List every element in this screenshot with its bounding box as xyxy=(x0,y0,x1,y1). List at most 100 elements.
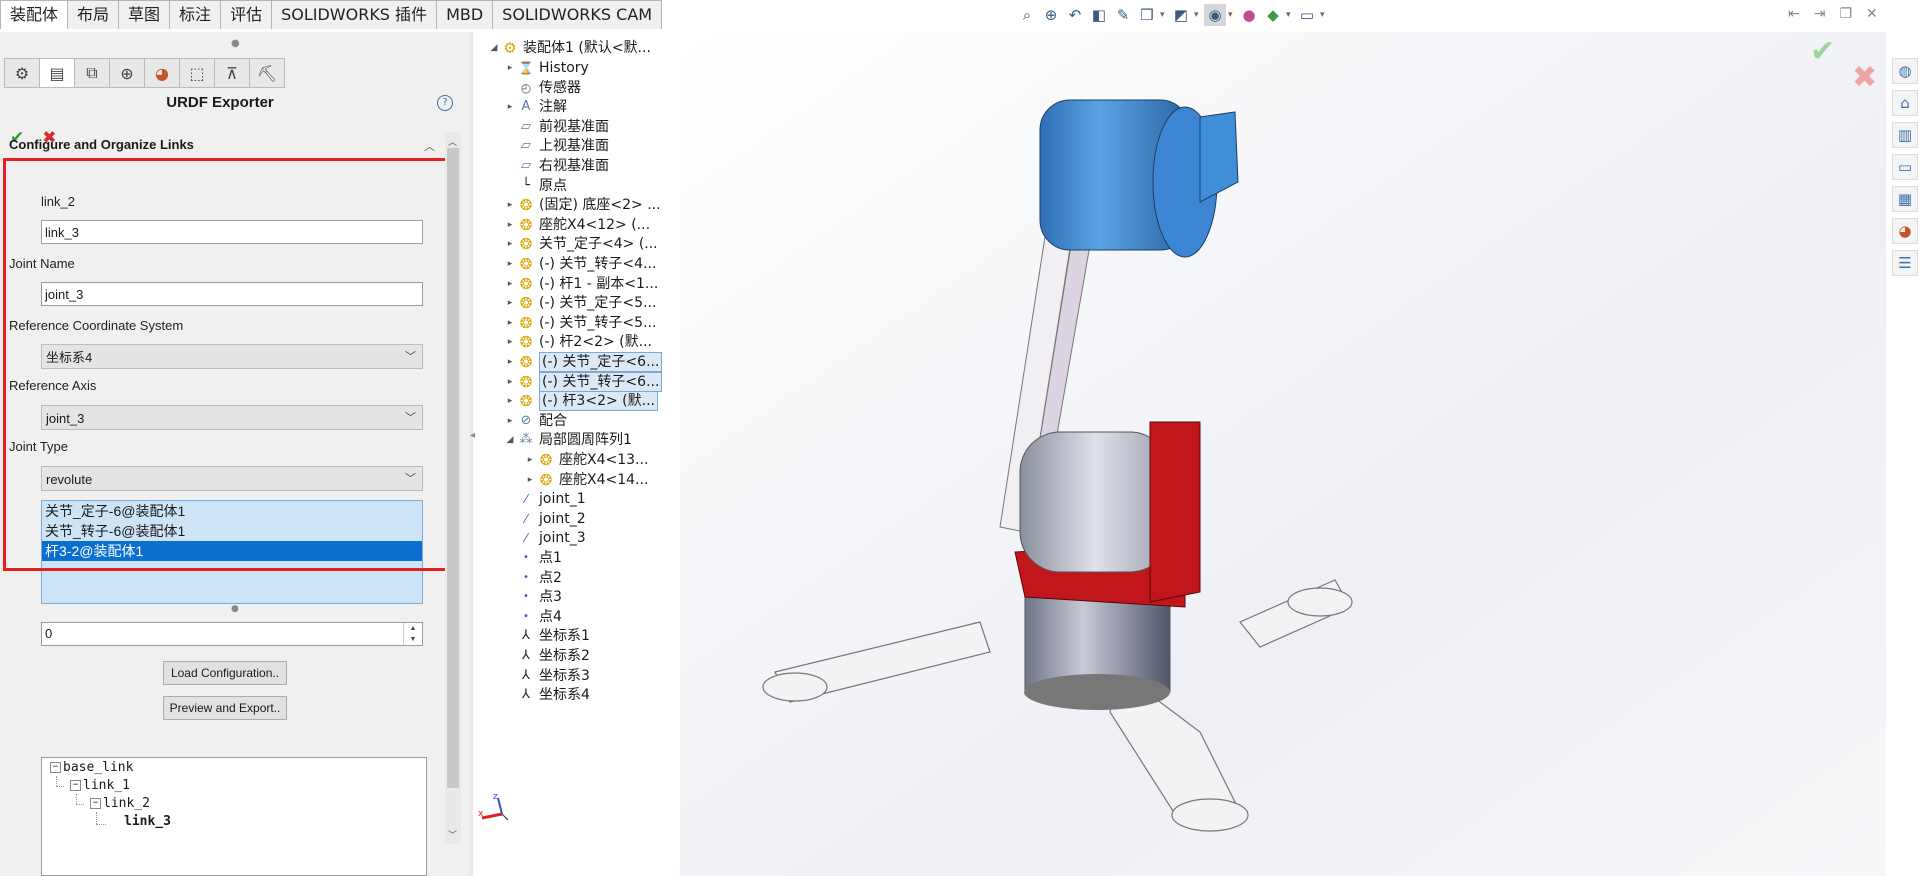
solidworks-resources-icon[interactable]: ◍ xyxy=(1892,58,1918,84)
collapse-icon[interactable]: − xyxy=(90,798,101,809)
list-resize-grip[interactable]: ● xyxy=(231,604,239,614)
panel-scrollbar[interactable]: ︿ ﹀ xyxy=(445,132,461,844)
tab-solidworks-cam[interactable]: SOLIDWORKS CAM xyxy=(492,0,663,29)
tree-node-label: base_link xyxy=(63,760,134,775)
number-stepper[interactable]: 0 ▲ ▼ xyxy=(41,622,423,646)
view-palette-icon[interactable]: ▦ xyxy=(1892,186,1918,212)
annotation-icon: A xyxy=(521,99,531,115)
component-icon: ❂ xyxy=(519,196,533,215)
joint-type-select[interactable]: revolute ﹀ xyxy=(41,466,423,491)
tree-line xyxy=(56,786,64,787)
view-settings-icon[interactable]: ▭ xyxy=(1296,4,1318,26)
tab-layout[interactable]: 布局 xyxy=(67,0,120,29)
help-icon[interactable]: ? xyxy=(437,95,453,111)
configurationmanager-tab-icon[interactable]: ⧉ xyxy=(74,58,109,88)
collapse-right-icon[interactable]: ⇥ xyxy=(1814,6,1826,22)
component-list[interactable]: 关节_定子-6@装配体1 关节_转子-6@装配体1 杆3-2@装配体1 xyxy=(41,500,423,604)
tree-item-label: (-) 杆3<2> (默... xyxy=(539,391,658,412)
view-orientation-icon[interactable]: ❒ xyxy=(1136,4,1158,26)
expand-icon[interactable]: ◢ xyxy=(504,429,516,451)
load-configuration-button[interactable]: Load Configuration.. xyxy=(163,661,287,685)
section-view-icon[interactable]: ◧ xyxy=(1088,4,1110,26)
confirm-corner-icon[interactable]: ✔ xyxy=(1810,34,1835,69)
link-name-input[interactable]: link_3 xyxy=(41,220,423,244)
origin-icon: └ xyxy=(522,177,530,193)
cam-tool-tree-tab-icon[interactable]: ⛏ xyxy=(249,58,285,88)
list-item-selected[interactable]: 杆3-2@装配体1 xyxy=(42,541,422,561)
collapse-icon[interactable]: − xyxy=(70,780,81,791)
spin-up-icon[interactable]: ▲ xyxy=(404,623,422,634)
appearances-icon[interactable]: ◕ xyxy=(1892,218,1918,244)
preview-export-button[interactable]: Preview and Export.. xyxy=(163,696,287,720)
tree-root-assembly[interactable]: ◢ ⚙ 装配体1 (默认<默... xyxy=(488,37,651,59)
ref-coord-select[interactable]: 坐标系4 ﹀ xyxy=(41,344,423,369)
graphics-area[interactable] xyxy=(680,32,1886,876)
displaymanager-tab-icon[interactable]: ◕ xyxy=(144,58,179,88)
edit-appearance-icon[interactable]: ● xyxy=(1238,4,1260,26)
design-library-icon[interactable]: ▥ xyxy=(1892,122,1918,148)
close-window-icon[interactable]: ✕ xyxy=(1866,6,1878,22)
chevron-down-icon[interactable]: ▾ xyxy=(1286,10,1294,20)
file-explorer-icon[interactable]: ▭ xyxy=(1892,154,1918,180)
link-tree[interactable]: − base_link − link_1 − link_2 link_3 xyxy=(41,757,427,876)
window-controls: ⇤ ⇥ ❐ ✕ xyxy=(1788,6,1878,22)
spin-arrows[interactable]: ▲ ▼ xyxy=(403,623,422,645)
number-value: 0 xyxy=(45,626,53,641)
home-icon[interactable]: ⌂ xyxy=(1892,90,1918,116)
list-item[interactable]: 关节_转子-6@装配体1 xyxy=(42,521,422,541)
tree-item-label: (-) 关节_定子<6... xyxy=(539,352,663,372)
scrollbar-thumb[interactable] xyxy=(447,148,459,788)
custom-properties-icon[interactable]: ☰ xyxy=(1892,250,1918,276)
ref-axis-select[interactable]: joint_3 ﹀ xyxy=(41,405,423,430)
previous-view-icon[interactable]: ↶ xyxy=(1064,4,1086,26)
chevron-up-icon[interactable]: ︿ xyxy=(424,138,435,154)
tab-sketch[interactable]: 草图 xyxy=(118,0,171,29)
collapse-icon[interactable]: − xyxy=(50,762,61,773)
dimxpertmanager-tab-icon[interactable]: ⊕ xyxy=(109,58,144,88)
zoom-to-fit-icon[interactable]: ⌕ xyxy=(1016,4,1038,26)
cam-operation-tree-tab-icon[interactable]: ⊼ xyxy=(214,58,249,88)
dynamic-annotation-icon[interactable]: ✎ xyxy=(1112,4,1134,26)
mates-icon: ⊘ xyxy=(520,412,532,428)
chevron-down-icon[interactable]: ▾ xyxy=(1194,10,1202,20)
scroll-down-icon[interactable]: ﹀ xyxy=(448,828,457,841)
apply-scene-icon[interactable]: ◆ xyxy=(1262,4,1284,26)
chevron-down-icon[interactable]: ▾ xyxy=(1160,10,1168,20)
joint-name-input[interactable]: joint_3 xyxy=(41,282,423,306)
propertymanager-tab-icon[interactable]: ▤ xyxy=(39,58,74,88)
scroll-up-icon[interactable]: ︿ xyxy=(448,135,457,148)
restore-window-icon[interactable]: ❐ xyxy=(1839,6,1852,22)
component-icon: ❂ xyxy=(519,313,533,332)
component-icon: ❂ xyxy=(519,274,533,293)
z-axis-label: z xyxy=(493,792,498,802)
tab-markup[interactable]: 标注 xyxy=(169,0,222,29)
tab-assembly[interactable]: 装配体 xyxy=(0,0,69,29)
x-axis-label: x xyxy=(478,809,484,819)
cam-feature-tree-tab-icon[interactable]: ⬚ xyxy=(179,58,214,88)
tab-mbd[interactable]: MBD xyxy=(436,0,494,29)
chevron-down-icon[interactable]: ▾ xyxy=(1320,10,1328,20)
tab-solidworks-addins[interactable]: SOLIDWORKS 插件 xyxy=(271,0,438,29)
tree-node-link-3[interactable]: link_3 xyxy=(124,814,171,829)
display-style-icon[interactable]: ◩ xyxy=(1170,4,1192,26)
component-icon: ❂ xyxy=(519,294,533,313)
tree-node-base-link[interactable]: − base_link xyxy=(50,760,133,775)
tree-node-link-2[interactable]: − link_2 xyxy=(90,796,150,811)
tree-node-link-1[interactable]: − link_1 xyxy=(70,778,130,793)
tree-item[interactable]: ⅄ 坐标系4 xyxy=(504,684,590,706)
component-icon: ❂ xyxy=(539,470,553,489)
panel-splitter[interactable]: ◂ xyxy=(470,32,475,876)
chevron-down-icon: ﹀ xyxy=(405,412,416,424)
group-title[interactable]: Configure and Organize Links xyxy=(9,137,194,152)
cancel-corner-icon[interactable]: ✖ xyxy=(1852,60,1877,95)
spin-down-icon[interactable]: ▼ xyxy=(404,634,422,645)
expand-icon[interactable]: ◢ xyxy=(488,37,500,59)
list-item[interactable]: 关节_定子-6@装配体1 xyxy=(42,501,422,521)
collapse-left-icon[interactable]: ⇤ xyxy=(1788,6,1800,22)
featuremanager-tab-icon[interactable]: ⚙ xyxy=(4,58,39,88)
zoom-area-icon[interactable]: ⊕ xyxy=(1040,4,1062,26)
tab-evaluate[interactable]: 评估 xyxy=(220,0,273,29)
hide-show-icon[interactable]: ◉ xyxy=(1204,4,1226,26)
chevron-down-icon[interactable]: ▾ xyxy=(1228,10,1236,20)
panel-grip[interactable]: ● xyxy=(231,38,240,49)
